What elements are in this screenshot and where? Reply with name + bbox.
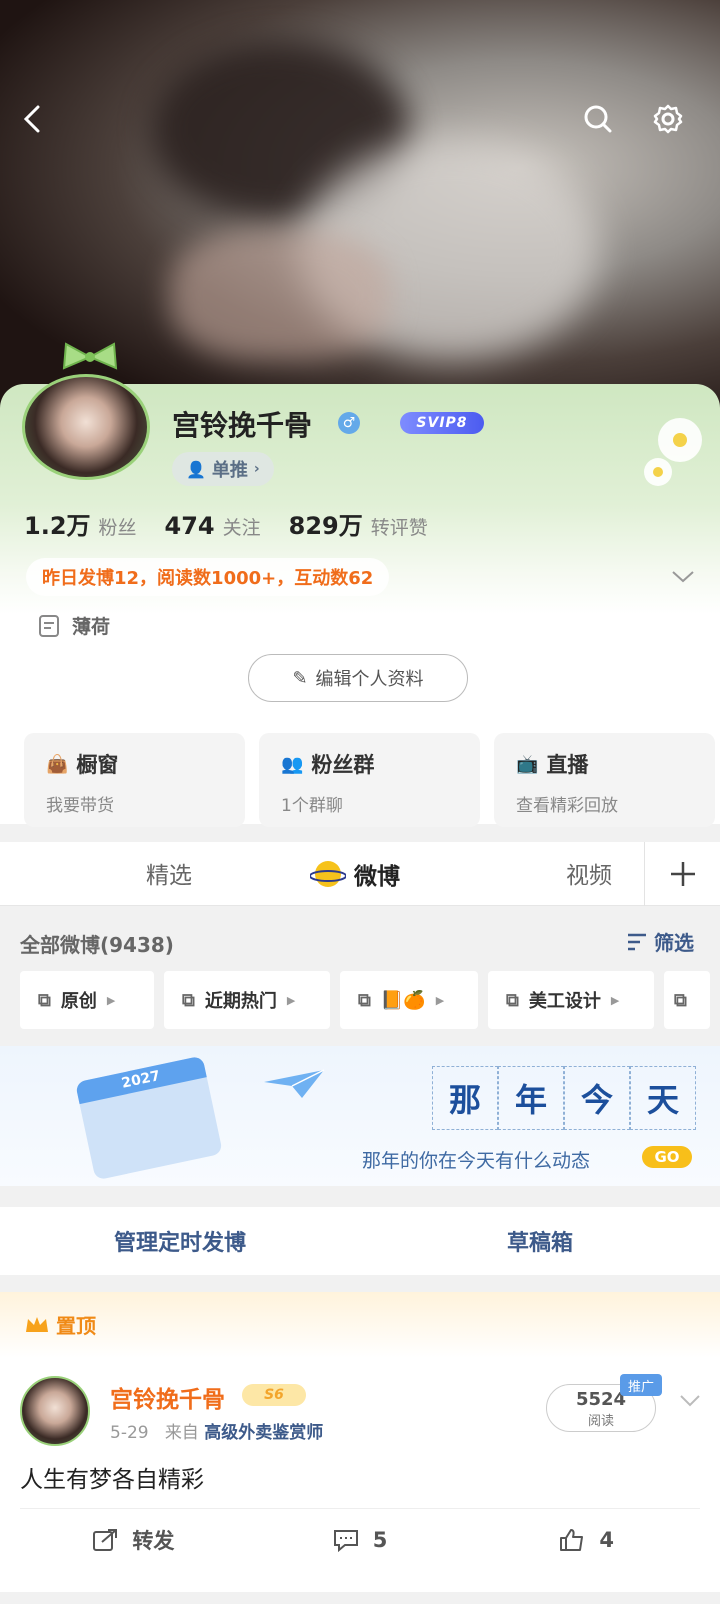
banner-title: 那年今天 (432, 1066, 696, 1130)
post-meta: 5-29 来自 高级外卖鉴赏师 (110, 1423, 324, 1443)
profile-screen: 宫铃挽千骨 ♂ SVIP8 👤 单推 › 1.2万 粉丝 474 关注 829万 转评… (0, 0, 720, 1604)
settings-button[interactable] (646, 97, 690, 141)
tab-featured[interactable]: 精选 (146, 856, 192, 890)
calendar-icon: 2027 (75, 1055, 223, 1181)
activity-notice[interactable]: 昨日发博12，阅读数1000+，互动数62 (26, 558, 390, 596)
comment-button[interactable]: 5 (247, 1509, 474, 1570)
support-button[interactable]: 👤 单推 › (172, 452, 274, 486)
feature-tiles: 👜 橱窗 我要带货 👥 粉丝群 1个群聊 📺 直播 查看精彩回放 (24, 733, 715, 827)
chip-recent-hot[interactable]: ⧉ 近期热门 ▶ (164, 971, 330, 1029)
chevron-down-icon[interactable] (678, 1390, 702, 1410)
likes-stat[interactable]: 829万 转评赞 (289, 506, 428, 541)
layers-icon: ⧉ (506, 989, 519, 1011)
avatar[interactable] (22, 342, 154, 480)
tab-video[interactable]: 视频 (566, 856, 612, 890)
post-actions: 转发 5 4 (20, 1508, 700, 1570)
male-icon: ♂ (338, 412, 360, 434)
crown-icon (26, 1316, 48, 1332)
layers-icon: ⧉ (182, 989, 195, 1011)
following-stat[interactable]: 474 关注 (165, 512, 261, 540)
profile-name: 宫铃挽千骨 (172, 409, 313, 442)
tile-showcase[interactable]: 👜 橱窗 我要带货 (24, 733, 245, 827)
banner-subtitle: 那年的你在今天有什么动态 (362, 1150, 591, 1172)
filter-icon (628, 933, 646, 950)
tab-weibo[interactable]: 微博 (310, 856, 400, 892)
bag-icon: 👜 (46, 753, 69, 775)
on-this-day-banner[interactable]: 2027 那年今天 那年的你在今天有什么动态 GO (0, 1046, 720, 1186)
search-icon (584, 105, 612, 133)
category-chips: ⧉ 原创 ▶ ⧉ 近期热门 ▶ ⧉ 📙🍊 ▶ ⧉ 美工设计 ▶ ⧉ (20, 971, 710, 1029)
go-button[interactable]: GO (642, 1146, 692, 1168)
content-tabs: 精选 微博 视频 (0, 842, 720, 906)
pin-header (0, 1292, 720, 1358)
post-text: 人生有梦各自精彩 (20, 1467, 204, 1493)
pencil-icon: ✎ (292, 667, 308, 689)
chip-design[interactable]: ⧉ 美工设计 ▶ (488, 971, 654, 1029)
scheduled-posts-button[interactable]: 管理定时发博 (0, 1207, 360, 1275)
layers-icon: ⧉ (674, 989, 687, 1011)
chip-original[interactable]: ⧉ 原创 ▶ (20, 971, 154, 1029)
chevron-down-icon[interactable] (670, 566, 696, 586)
profile-stats: 1.2万 粉丝 474 关注 829万 转评赞 (24, 506, 428, 541)
back-button[interactable] (12, 97, 56, 141)
like-button[interactable]: 4 (473, 1509, 700, 1570)
tile-fan-group[interactable]: 👥 粉丝群 1个群聊 (259, 733, 480, 827)
chevron-left-icon (23, 105, 40, 133)
gear-icon (653, 104, 683, 134)
group-icon: 👥 (281, 753, 304, 775)
svip-badge[interactable]: SVIP8 (400, 412, 484, 434)
drafts-button[interactable]: 草稿箱 (360, 1207, 720, 1275)
post-avatar[interactable] (20, 1376, 90, 1446)
chip-more[interactable]: ⧉ (664, 971, 710, 1029)
filter-button[interactable]: 筛选 (626, 927, 694, 956)
tv-icon: 📺 (516, 753, 539, 775)
thumbs-up-icon (560, 1528, 584, 1551)
pinned-post[interactable]: 置顶 宫铃挽千骨 S6 5-29 来自 高级外卖鉴赏师 5524 阅读 推广 人… (0, 1292, 720, 1592)
comment-icon (333, 1529, 358, 1552)
repost-button[interactable]: 转发 (20, 1509, 247, 1570)
bio: 薄荷 (38, 612, 110, 639)
all-weibo-count[interactable]: 全部微博(9438) (20, 929, 174, 958)
bottom-divider (0, 1592, 720, 1604)
followers-stat[interactable]: 1.2万 粉丝 (24, 506, 137, 541)
level-badge: S6 (242, 1384, 306, 1406)
promote-badge[interactable]: 推广 (620, 1374, 663, 1396)
bow-icon (62, 342, 118, 370)
post-author[interactable]: 宫铃挽千骨 (110, 1380, 225, 1414)
share-icon (93, 1528, 118, 1551)
tile-live[interactable]: 📺 直播 查看精彩回放 (494, 733, 715, 827)
post-source[interactable]: 高级外卖鉴赏师 (204, 1423, 323, 1443)
search-button[interactable] (576, 97, 620, 141)
manage-row: 管理定时发博 草稿箱 (0, 1207, 720, 1275)
layers-icon: ⧉ (38, 989, 51, 1011)
chip-emoji[interactable]: ⧉ 📙🍊 ▶ (340, 971, 478, 1029)
add-tab-button[interactable] (644, 842, 720, 906)
feed-header: 全部微博(9438) 筛选 ⧉ 原创 ▶ ⧉ 近期热门 ▶ ⧉ 📙🍊 ▶ ⧉ 美工设计 ▶ ⧉ (0, 907, 720, 1045)
edit-profile-button[interactable]: ✎ 编辑个人资料 (248, 654, 468, 702)
plus-icon (670, 862, 695, 886)
pinned-label: 置顶 (24, 1310, 96, 1339)
planet-icon (310, 861, 346, 887)
layers-icon: ⧉ (358, 989, 371, 1011)
document-icon (39, 614, 59, 637)
person-icon: 👤 (186, 459, 206, 479)
daisy-decoration-icon (644, 418, 702, 486)
paper-plane-icon (264, 1069, 325, 1098)
chevron-right-icon: › (253, 461, 260, 477)
